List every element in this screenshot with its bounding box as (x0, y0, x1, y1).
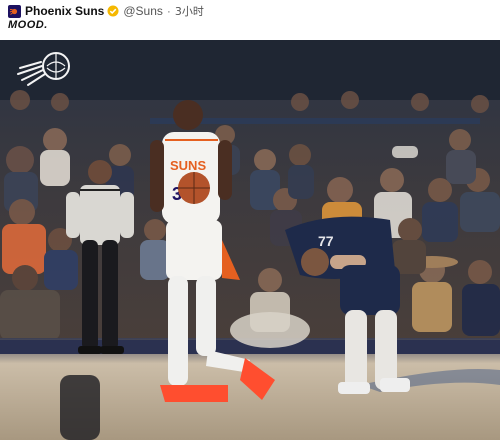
jersey-wordmark: SUNS (170, 158, 206, 173)
basketball-scene-image: SUNS 35 77 (0, 40, 500, 440)
author-handle[interactable]: @Suns (123, 4, 163, 18)
author-name[interactable]: Phoenix Suns (25, 4, 104, 18)
suns-logo-icon[interactable] (8, 4, 21, 18)
jersey-number-right: 77 (318, 233, 334, 249)
verified-badge-icon (107, 5, 119, 17)
post-header: Phoenix Suns @Suns · 3小时 MOOD. (0, 0, 500, 40)
post-photo[interactable]: SUNS 35 77 (0, 40, 500, 440)
meta-separator: · (166, 4, 171, 18)
post-timestamp[interactable]: 3小时 (175, 3, 204, 19)
post-caption: MOOD. (8, 19, 48, 31)
post-meta-line: Phoenix Suns @Suns · 3小时 (8, 3, 204, 19)
